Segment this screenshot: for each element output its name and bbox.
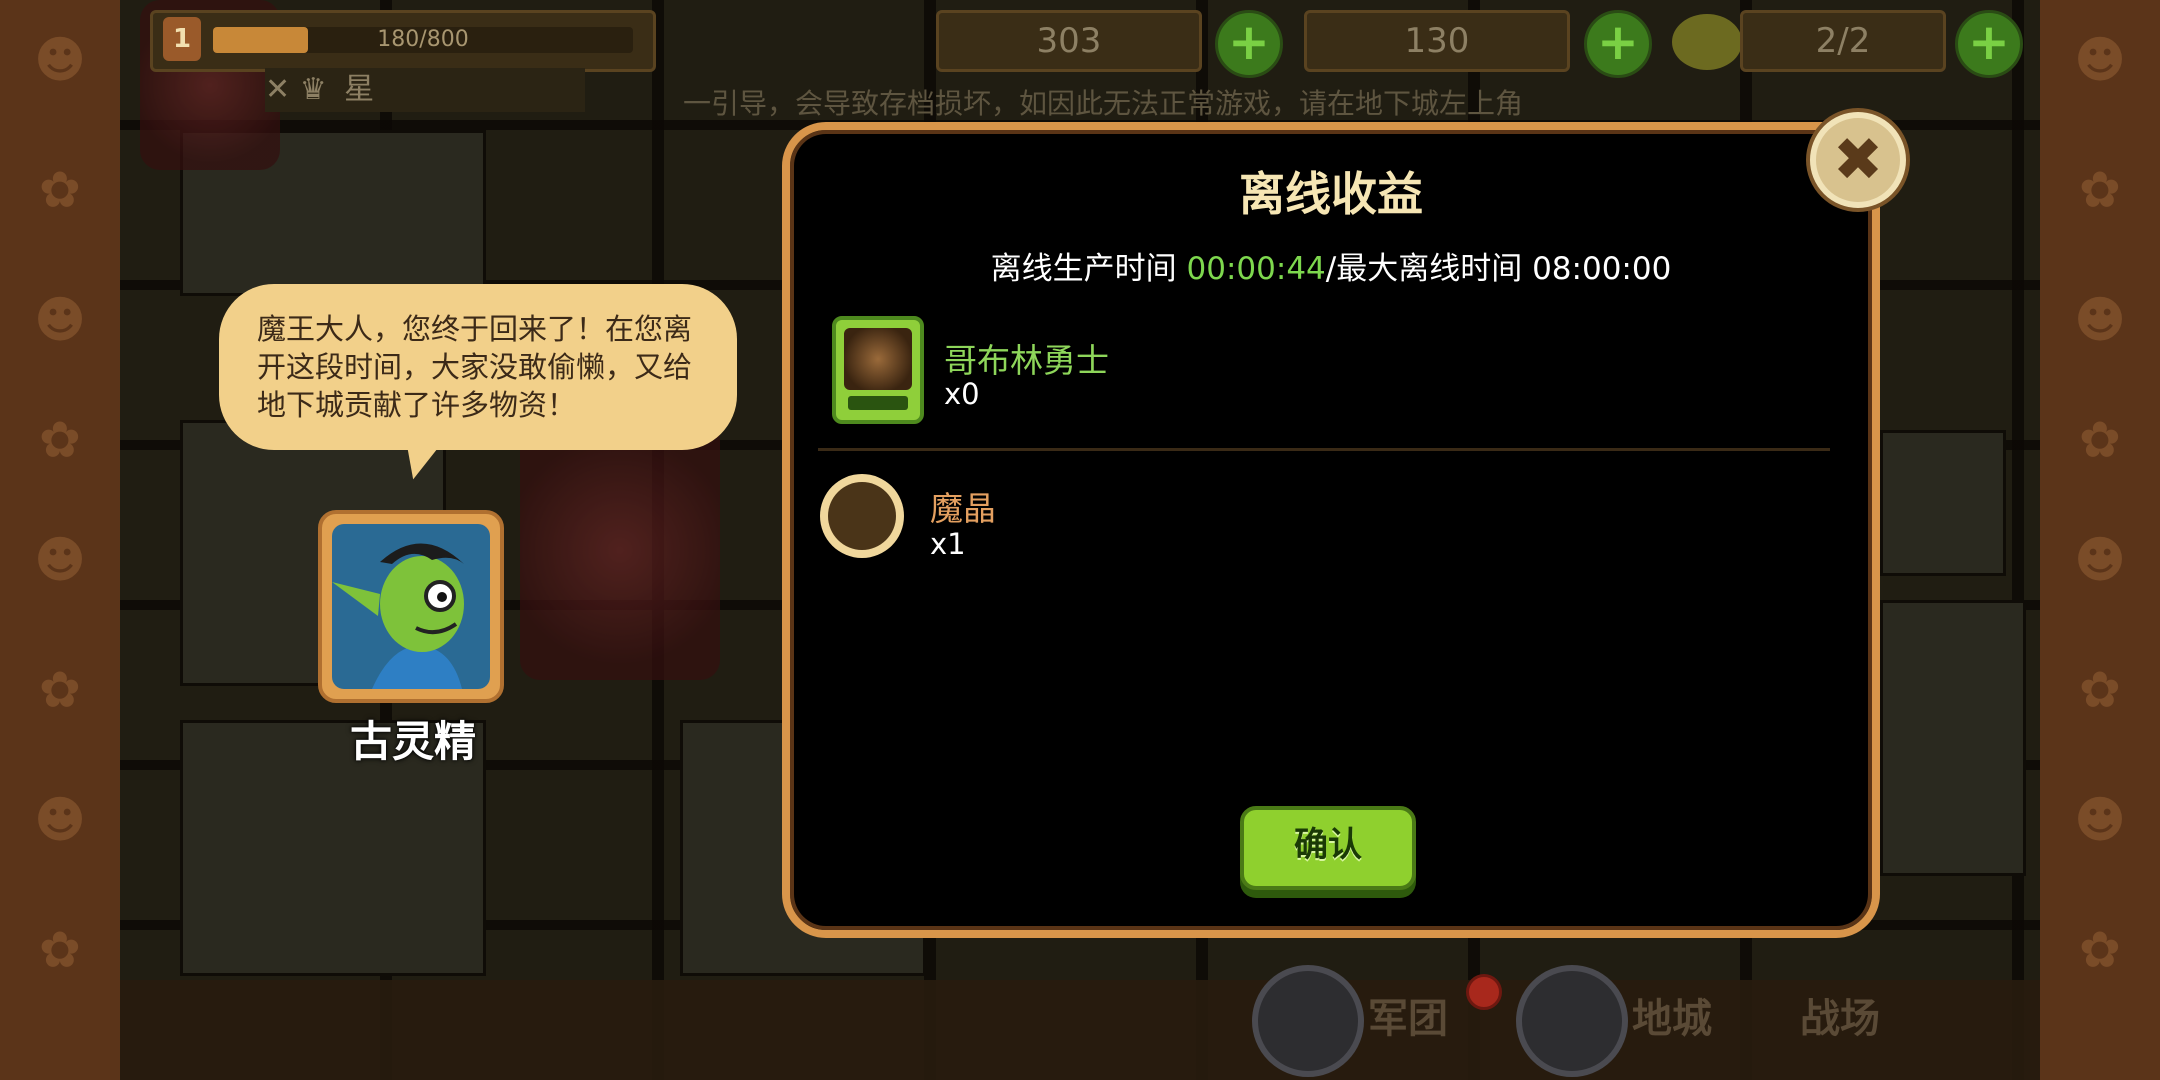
right-side-panel: ☻ ✿ ☻ ✿ ☻ ✿ ☻ ✿ — [2040, 0, 2160, 1080]
notification-dot — [1466, 974, 1502, 1010]
reward-divider — [818, 448, 1830, 451]
max-offline-label: /最大离线时间 — [1325, 251, 1523, 287]
max-offline-time: 08:00:00 — [1532, 251, 1672, 287]
goblin-pattern-icon: ☻ — [2073, 531, 2127, 589]
resource-crystal: 130 — [1304, 10, 1570, 72]
resource-gold: 303 — [936, 10, 1202, 72]
flower-pattern-icon: ✿ — [39, 411, 81, 469]
close-button[interactable]: ✖ — [1810, 112, 1906, 208]
npc-name: 古灵精 — [349, 717, 476, 766]
crown-icon[interactable]: ♛ — [300, 72, 327, 107]
flower-pattern-icon: ✿ — [2079, 411, 2121, 469]
magic-crystal-icon — [820, 474, 904, 558]
add-population-button[interactable]: + — [1955, 10, 2023, 78]
offline-time: 00:00:44 — [1186, 251, 1326, 287]
card-tag-icon — [848, 396, 908, 410]
npc-portrait — [318, 510, 504, 703]
add-gold-button[interactable]: + — [1215, 10, 1283, 78]
level-panel: 1 180/800 — [150, 10, 656, 72]
flower-pattern-icon: ✿ — [39, 661, 81, 719]
left-side-panel: ☻ ✿ ☻ ✿ ☻ ✿ ☻ ✿ — [0, 0, 120, 1080]
flower-pattern-icon: ✿ — [39, 921, 81, 979]
goblin-avatar — [332, 524, 490, 689]
goblin-pattern-icon: ☻ — [2073, 31, 2127, 89]
notice-marquee: 一引导，会导致存档损坏，如因此无法正常游戏，请在地下城左上角 — [683, 87, 1524, 120]
goblin-warrior-card — [832, 316, 924, 424]
xp-text: 180/800 — [377, 27, 469, 52]
speech-bubble: 魔王大人，您终于回来了！在您离开这段时间，大家没敢偷懒，又给地下城贡献了许多物资… — [219, 284, 737, 450]
goblin-pattern-icon: ☻ — [2073, 291, 2127, 349]
goblin-pattern-icon: ☻ — [33, 31, 87, 89]
goblin-pattern-icon: ☻ — [33, 791, 87, 849]
flower-pattern-icon: ✿ — [2079, 161, 2121, 219]
army-button[interactable]: 军团 — [1368, 975, 1448, 1063]
offline-time-line: 离线生产时间 00:00:44/最大离线时间 08:00:00 — [790, 243, 1872, 288]
battle-button[interactable]: 战场 — [1800, 975, 1880, 1063]
dungeon-room — [1880, 430, 2006, 576]
sub-toolbar: ✕ ♛ 星 — [265, 68, 585, 112]
dungeon-room — [1880, 600, 2026, 876]
flower-pattern-icon: ✿ — [2079, 661, 2121, 719]
goblin-pattern-icon: ☻ — [2073, 791, 2127, 849]
tools-icon[interactable]: ✕ — [265, 72, 290, 107]
reward-name: 哥布林勇士 — [944, 341, 1109, 380]
add-crystal-button[interactable]: + — [1584, 10, 1652, 78]
army-icon[interactable] — [1252, 965, 1364, 1077]
xp-bar: 180/800 — [213, 27, 633, 53]
dialog-title: 离线收益 — [1239, 167, 1423, 221]
reward-count: x0 — [944, 377, 980, 411]
lava-pool — [520, 420, 720, 680]
goblin-pattern-icon: ☻ — [33, 531, 87, 589]
resource-population: 2/2 — [1740, 10, 1946, 72]
flower-pattern-icon: ✿ — [39, 161, 81, 219]
bottom-nav — [120, 980, 2040, 1080]
flower-pattern-icon: ✿ — [2079, 921, 2121, 979]
dungeon-button[interactable]: 地城 — [1632, 975, 1712, 1063]
goblin-pattern-icon: ☻ — [33, 291, 87, 349]
star-label: 星 — [344, 72, 375, 107]
goblin-population-icon — [1672, 14, 1742, 70]
speech-text: 魔王大人，您终于回来了！在您离开这段时间，大家没敢偷懒，又给地下城贡献了许多物资… — [257, 312, 693, 422]
dungeon-icon[interactable] — [1516, 965, 1628, 1077]
confirm-button[interactable]: 确认 — [1240, 806, 1416, 890]
reward-count: x1 — [930, 527, 966, 561]
offline-label: 离线生产时间 — [990, 251, 1177, 287]
card-portrait — [844, 328, 912, 390]
reward-name: 魔晶 — [930, 489, 996, 528]
player-level: 1 — [163, 17, 201, 61]
